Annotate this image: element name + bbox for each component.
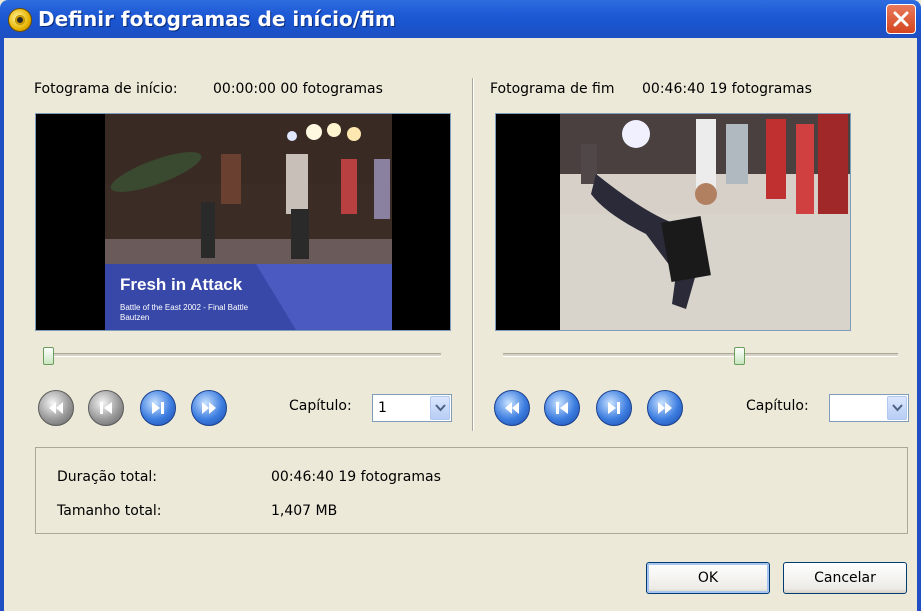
end-next-frame-button[interactable] [596,390,632,426]
close-button[interactable] [886,4,916,34]
size-label: Tamanho total: [57,503,162,519]
skip-forward-icon [202,402,216,414]
chevron-down-icon[interactable] [887,396,907,420]
end-chapter-label: Capítulo: [746,398,809,414]
step-forward-icon [608,402,620,414]
end-chapter-select[interactable] [829,394,909,422]
window-frame-left [0,38,4,611]
skip-back-icon [505,402,519,414]
start-frame-timecode: 00:00:00 00 fotogramas [213,81,383,97]
title-bar: Definir fotogramas de início/fim [0,0,921,38]
start-slider-thumb[interactable] [43,347,54,365]
end-frame-image [496,114,850,330]
end-slider-track[interactable] [503,353,898,357]
duration-value: 00:46:40 19 fotogramas [271,469,441,485]
start-frame-image: Fresh in Attack Battle of the East 2002 … [36,114,450,330]
dvd-app-icon [8,8,32,32]
window-frame-right [917,38,921,611]
start-next-frame-button[interactable] [140,390,176,426]
start-first-frame-button[interactable] [38,390,74,426]
skip-forward-icon [658,402,672,414]
end-slider-thumb[interactable] [734,347,745,365]
skip-back-icon [49,402,63,414]
end-frame-preview [495,113,851,331]
start-chapter-select[interactable]: 1 [372,394,452,422]
panel-separator [472,78,474,431]
step-forward-icon [152,402,164,414]
start-frame-label: Fotograma de início: [34,81,178,97]
close-icon [893,11,909,27]
window-title: Definir fotogramas de início/fim [38,7,396,31]
step-back-icon [100,402,112,414]
cancel-button[interactable]: Cancelar [783,562,907,594]
start-prev-frame-button[interactable] [88,390,124,426]
end-frame-label: Fotograma de fim [490,81,615,97]
video-overlay-title: Fresh in Attack [120,275,243,294]
start-chapter-value: 1 [378,400,387,416]
end-last-frame-button[interactable] [647,390,683,426]
start-frame-preview: Fresh in Attack Battle of the East 2002 … [35,113,451,331]
end-frame-timecode: 00:46:40 19 fotogramas [642,81,812,97]
ok-button[interactable]: OK [646,562,770,594]
video-overlay-subtitle-1: Battle of the East 2002 - Final Battle [120,303,249,312]
video-overlay-subtitle-2: Bautzen [120,313,149,322]
start-last-frame-button[interactable] [191,390,227,426]
start-chapter-label: Capítulo: [289,398,352,414]
summary-group [35,447,908,534]
start-slider-track[interactable] [43,353,441,357]
end-prev-frame-button[interactable] [544,390,580,426]
end-first-frame-button[interactable] [494,390,530,426]
step-back-icon [556,402,568,414]
duration-label: Duração total: [57,469,158,485]
chevron-down-icon[interactable] [430,396,450,420]
size-value: 1,407 MB [271,503,338,519]
